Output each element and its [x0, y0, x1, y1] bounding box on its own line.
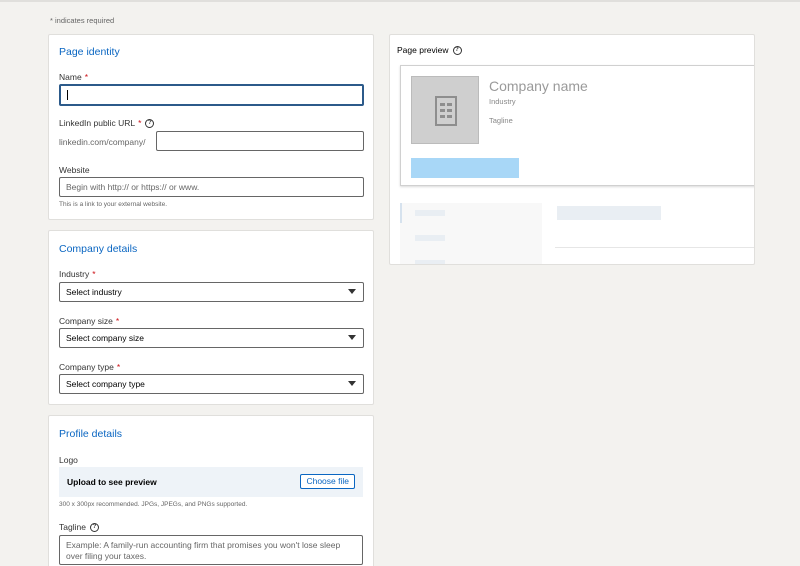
top-divider: [0, 0, 800, 2]
logo-label: Logo: [59, 455, 78, 465]
preview-follow-button-placeholder: [411, 158, 519, 178]
upload-preview-text: Upload to see preview: [67, 477, 157, 487]
company-type-label: Company type *: [59, 362, 121, 372]
required-mark: *: [115, 316, 120, 326]
industry-select[interactable]: Select industry: [59, 282, 364, 302]
help-icon[interactable]: ?: [145, 119, 155, 129]
chevron-down-icon: [348, 289, 356, 294]
help-icon[interactable]: ?: [89, 523, 99, 533]
website-placeholder: Begin with http:// or https:// or www.: [66, 182, 200, 192]
company-details-card: Company details Industry * Select industr…: [48, 230, 374, 405]
chevron-down-icon: [348, 335, 356, 340]
skeleton-divider: [555, 247, 754, 248]
website-hint: This is a link to your external website.: [59, 201, 168, 208]
tagline-placeholder: Example: A family-run accounting firm th…: [66, 540, 341, 561]
name-input[interactable]: [59, 84, 364, 106]
required-mark: *: [92, 269, 96, 279]
name-label: Name *: [59, 72, 88, 82]
page-preview-card: Page preview? Company name Industry Tagl…: [389, 34, 755, 265]
preview-company-name: Company name: [489, 78, 588, 94]
tagline-input[interactable]: Example: A family-run accounting firm th…: [59, 535, 363, 565]
company-type-select[interactable]: Select company type: [59, 374, 364, 394]
logo-hint: 300 x 300px recommended. JPGs, JPEGs, an…: [59, 501, 248, 508]
choose-file-button[interactable]: Choose file: [300, 474, 355, 489]
company-details-title: Company details: [59, 243, 138, 255]
company-size-select[interactable]: Select company size: [59, 328, 364, 348]
building-icon: [435, 96, 457, 126]
company-size-select-value: Select company size: [66, 333, 144, 343]
skeleton-line: [415, 210, 445, 216]
required-mark: *: [138, 118, 142, 128]
profile-details-title: Profile details: [59, 428, 123, 440]
url-prefix: linkedin.com/company/: [59, 137, 146, 147]
skeleton-line: [400, 203, 402, 223]
company-type-select-value: Select company type: [66, 379, 145, 389]
preview-header: Company name Industry Tagline: [400, 65, 754, 186]
preview-industry: Industry: [489, 97, 516, 106]
text-caret: [67, 90, 68, 100]
chevron-down-icon: [348, 381, 356, 386]
url-label: LinkedIn public URL *?: [59, 118, 155, 129]
industry-label: Industry *: [59, 269, 96, 279]
profile-details-card: Profile details Logo Upload to see previ…: [48, 415, 374, 566]
public-url-input[interactable]: [156, 131, 364, 151]
skeleton-line: [415, 235, 445, 241]
website-label: Website: [59, 165, 90, 175]
skeleton-line: [557, 206, 661, 220]
preview-tagline: Tagline: [489, 116, 513, 125]
page-preview-title: Page preview?: [397, 45, 462, 56]
industry-select-value: Select industry: [66, 287, 122, 297]
required-note: * indicates required: [50, 16, 115, 25]
page-identity-title: Page identity: [59, 46, 120, 58]
company-logo-placeholder: [411, 76, 479, 144]
logo-upload-area: Upload to see preview Choose file: [59, 467, 363, 497]
website-input[interactable]: Begin with http:// or https:// or www.: [59, 177, 364, 197]
help-icon[interactable]: ?: [452, 46, 462, 56]
page-identity-card: Page identity Name * LinkedIn public URL *…: [48, 34, 374, 220]
company-size-label: Company size *: [59, 316, 120, 326]
required-mark: *: [116, 362, 121, 372]
skeleton-line: [415, 260, 445, 264]
tagline-label: Tagline?: [59, 522, 99, 533]
required-mark: *: [84, 72, 88, 82]
